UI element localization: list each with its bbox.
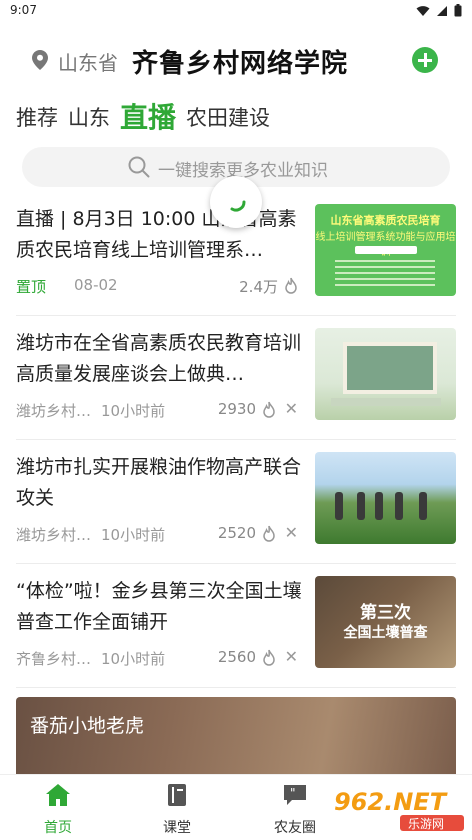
item-title: 潍坊市扎实开展粮油作物高产联合攻关 (16, 456, 302, 509)
item-title: 直播 | 8月3日 10:00 山东省高素质农民培育线上培训管理系… (16, 208, 297, 261)
item-time: 10小时前 (101, 650, 166, 668)
banner-title: 番茄小地老虎 (30, 715, 145, 737)
flame-icon (263, 649, 275, 666)
app-header: 山东省 齐鲁乡村网络学院 (0, 36, 472, 86)
status-icons (416, 4, 462, 17)
book-icon (168, 784, 186, 806)
battery-icon (454, 4, 462, 17)
item-heat: 2930 (217, 400, 256, 418)
item-meta: 齐鲁乡村… 10小时前 2560 ✕ (16, 647, 306, 670)
svg-text:": " (290, 786, 296, 800)
item-thumbnail (315, 452, 456, 544)
nav-classroom[interactable]: 课堂 (137, 783, 217, 837)
news-feed: 直播 | 8月3日 10:00 山东省高素质农民培育线上培训管理系… 置顶 08… (0, 192, 472, 688)
spinner-arc-icon (230, 200, 246, 212)
add-button[interactable] (412, 47, 438, 73)
flame-icon (263, 525, 275, 542)
flame-icon (263, 401, 275, 418)
dismiss-icon[interactable]: ✕ (285, 647, 298, 666)
flame-icon (285, 277, 297, 294)
item-time: 10小时前 (101, 402, 166, 420)
nav-home[interactable]: 首页 (18, 783, 98, 837)
thumbnail-lines (335, 260, 435, 286)
person-figure (419, 492, 427, 520)
divider (16, 687, 456, 688)
item-time: 10小时前 (101, 526, 166, 544)
dismiss-icon[interactable]: ✕ (285, 523, 298, 542)
item-thumbnail: 山东省高素质农民培育 线上培训管理系统功能与应用培训 (315, 204, 456, 296)
list-item[interactable]: “体检”啦！金乡县第三次全国土壤普查工作全面铺开 齐鲁乡村… 10小时前 256… (0, 564, 472, 688)
desk (331, 398, 441, 406)
tab-recommend[interactable]: 推荐 (16, 102, 58, 140)
location-pin-icon[interactable] (32, 50, 48, 70)
tab-farmland[interactable]: 农田建设 (186, 102, 270, 140)
item-title: 潍坊市在全省高素质农民教育培训高质量发展座谈会上做典… (16, 332, 302, 385)
list-item[interactable]: 潍坊市扎实开展粮油作物高产联合攻关 潍坊乡村… 10小时前 2520 ✕ (0, 440, 472, 564)
thumbnail-line2: 全国土壤普查 (343, 625, 428, 641)
nav-classroom-label: 课堂 (163, 820, 191, 836)
chalkboard (343, 342, 437, 394)
loading-spinner (210, 176, 262, 228)
item-source: 潍坊乡村… (16, 402, 92, 420)
item-meta: 潍坊乡村… 10小时前 2520 ✕ (16, 523, 306, 546)
thumbnail-heading: 山东省高素质农民培育 (330, 214, 441, 227)
signal-icon (437, 5, 447, 16)
status-bar: 9:07 (0, 0, 472, 22)
person-figure (375, 492, 383, 520)
site-watermark-logo: 962.NET 乐游网 (334, 788, 464, 831)
dismiss-icon[interactable]: ✕ (285, 399, 298, 418)
item-meta: 潍坊乡村… 10小时前 2930 ✕ (16, 399, 306, 422)
chat-quote-icon: " (284, 785, 306, 805)
item-heat: 2560 (217, 648, 256, 666)
thumbnail-bar (355, 246, 417, 254)
search-icon (128, 156, 150, 178)
nav-community[interactable]: " 农友圈 (255, 783, 335, 837)
video-banner[interactable]: 番茄小地老虎 (16, 697, 456, 777)
tab-shandong[interactable]: 山东 (68, 102, 110, 140)
watermark-text: 962.NET (334, 788, 448, 816)
item-title: “体检”啦！金乡县第三次全国土壤普查工作全面铺开 (16, 580, 302, 633)
home-icon (46, 784, 70, 806)
item-source: 齐鲁乡村… (16, 650, 92, 668)
person-figure (395, 492, 403, 520)
item-time: 08-02 (74, 276, 118, 294)
tab-live[interactable]: 直播 (120, 96, 176, 140)
watermark-subtext: 乐游网 (408, 817, 444, 831)
item-heat: 2520 (217, 524, 256, 542)
status-time: 9:07 (10, 3, 37, 17)
list-item[interactable]: 潍坊市在全省高素质农民教育培训高质量发展座谈会上做典… 潍坊乡村… 10小时前 … (0, 316, 472, 440)
item-heat: 2.4万 (239, 278, 278, 296)
item-meta: 置顶 08-02 2.4万 (16, 276, 306, 298)
thumbnail-line1: 第三次 (360, 603, 411, 623)
app-title: 齐鲁乡村网络学院 (132, 49, 349, 79)
wifi-icon (416, 5, 430, 16)
pinned-badge: 置顶 (16, 278, 47, 296)
category-tabs: 推荐 山东 直播 农田建设 (16, 96, 270, 140)
item-source: 潍坊乡村… (16, 526, 92, 544)
item-thumbnail (315, 328, 456, 420)
person-figure (357, 492, 365, 520)
item-thumbnail: 第三次 全国土壤普查 (315, 576, 456, 668)
location-selector[interactable]: 山东省 (58, 47, 118, 76)
nav-community-label: 农友圈 (274, 820, 316, 836)
person-figure (335, 492, 343, 520)
nav-home-label: 首页 (44, 820, 72, 836)
